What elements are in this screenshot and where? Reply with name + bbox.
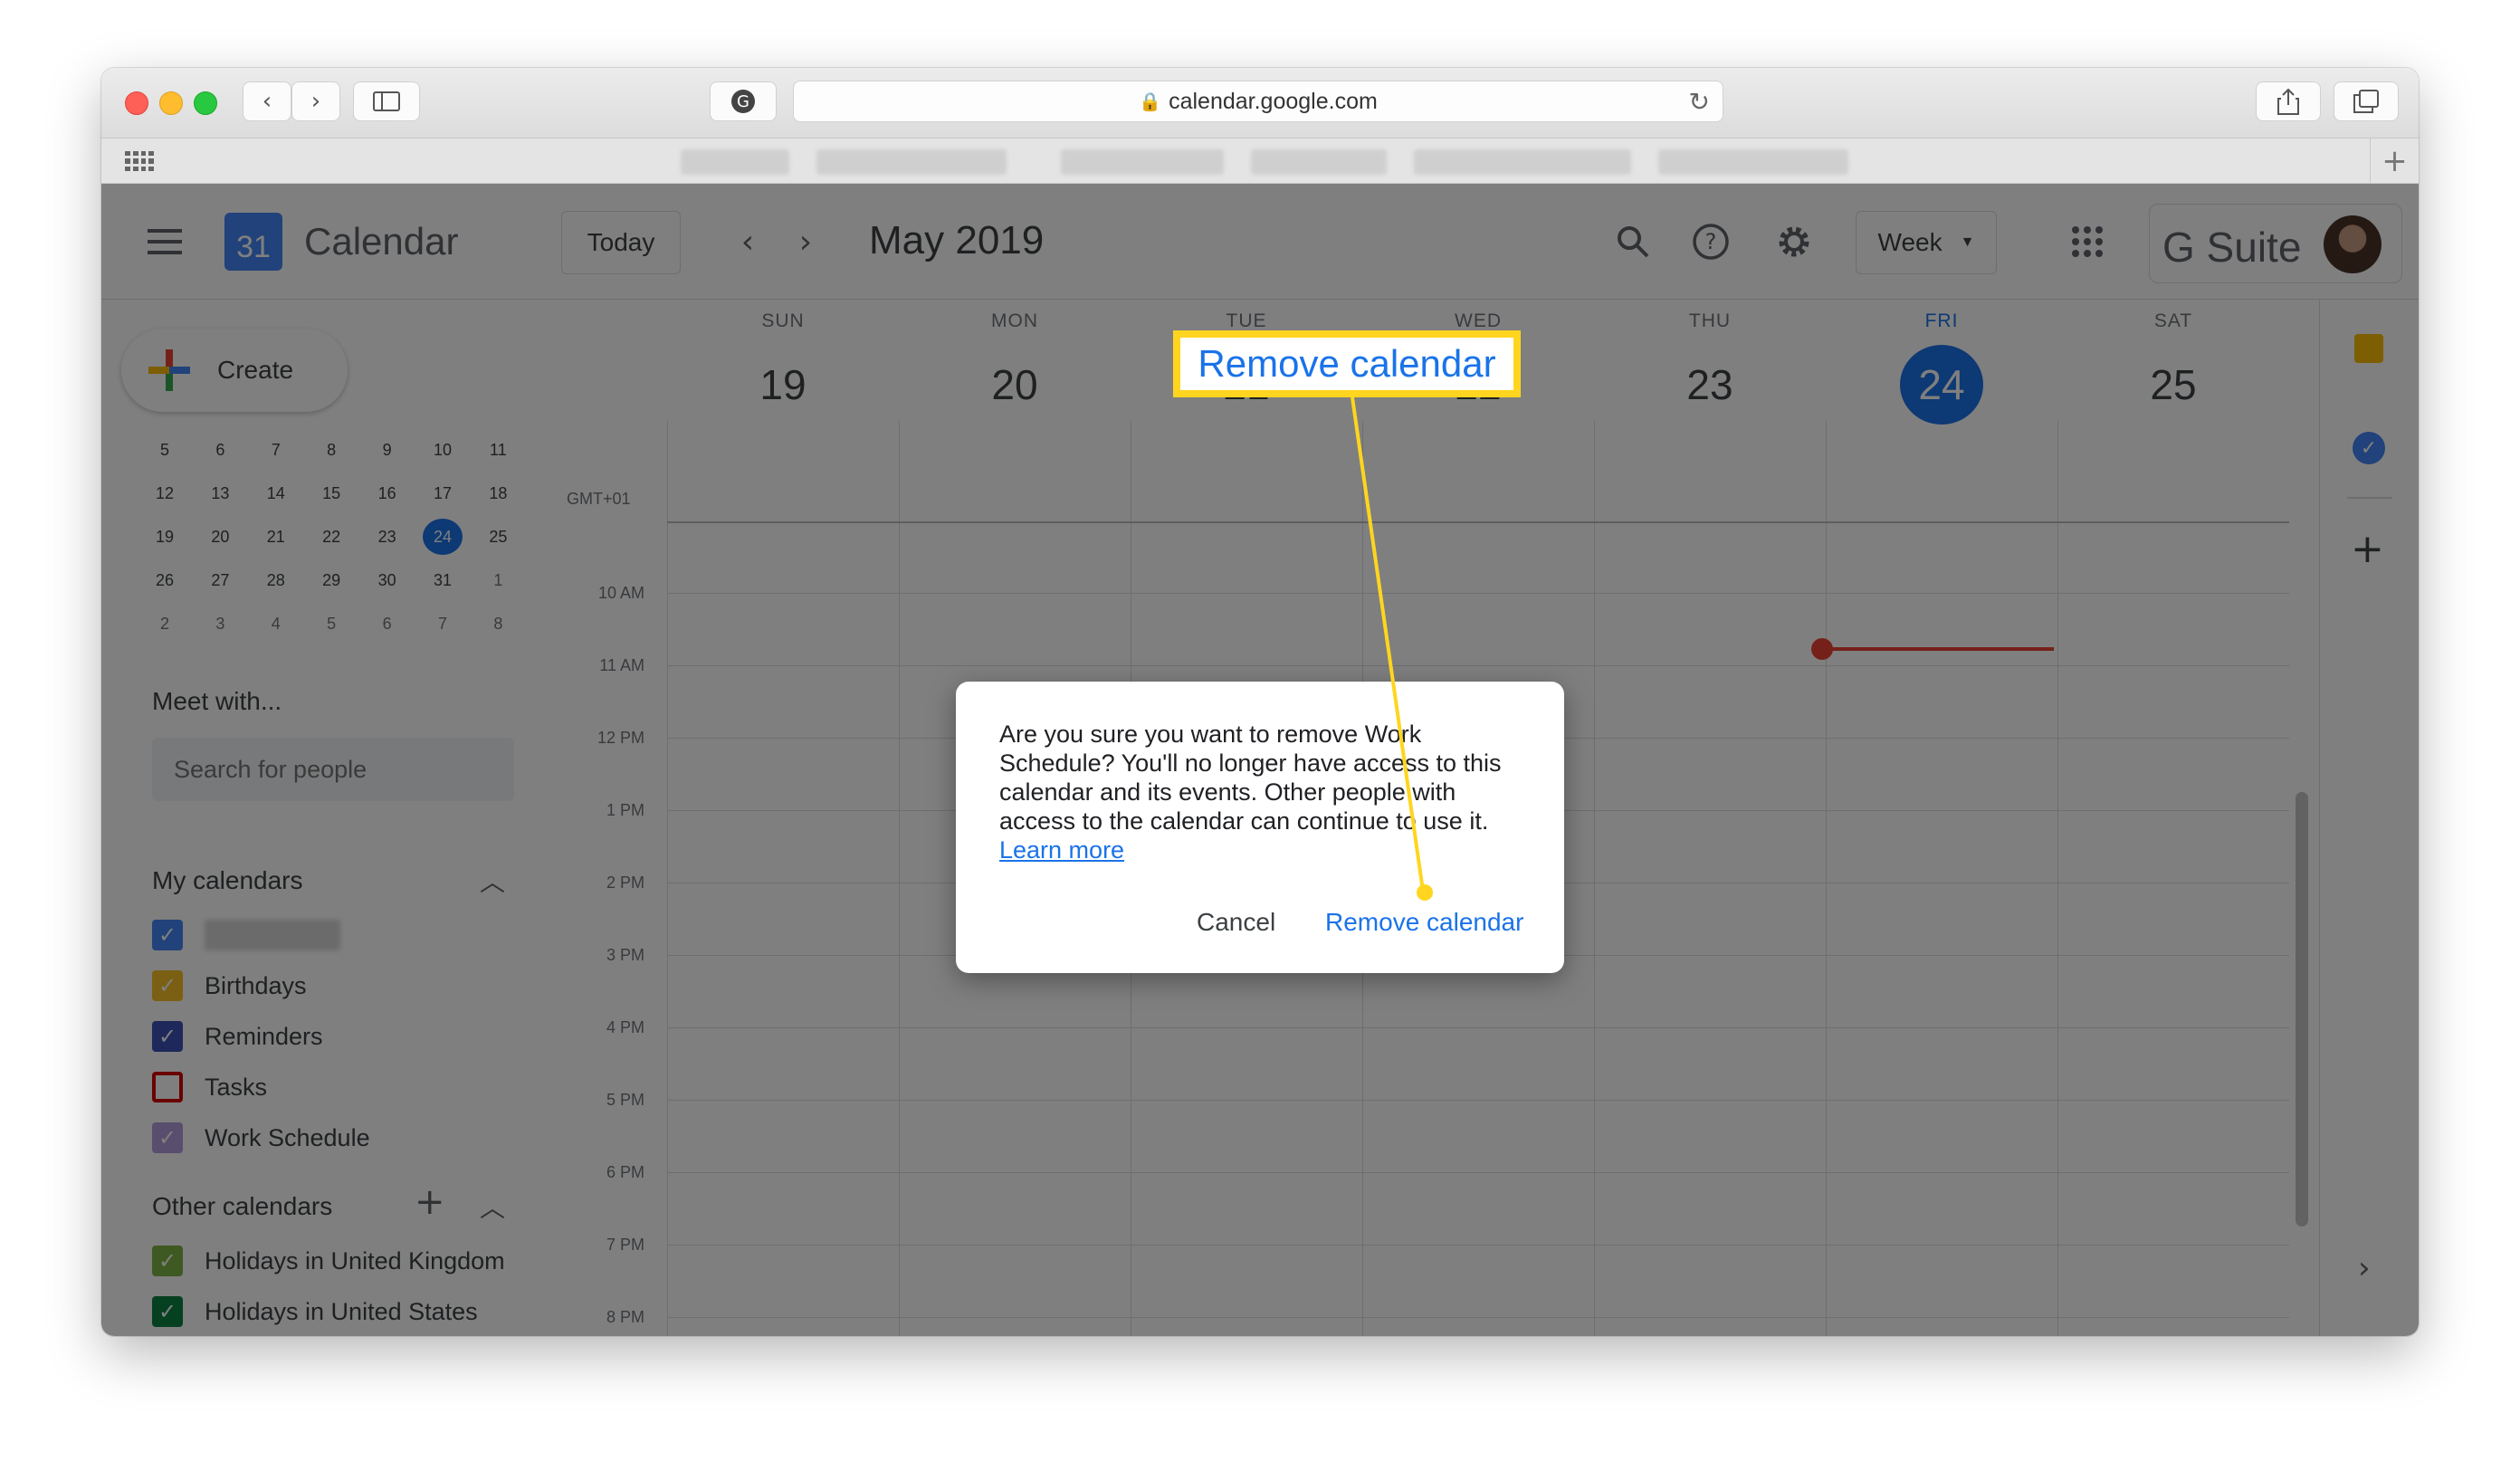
- svg-text:G: G: [737, 92, 749, 111]
- browser-toolbar: ‹ › G 🔒 calendar.google.com ↻: [101, 68, 2419, 138]
- callout-label: Remove calendar: [1173, 330, 1521, 397]
- tabs-icon: [2353, 90, 2379, 113]
- bookmark-item[interactable]: [1414, 149, 1631, 175]
- extension-button[interactable]: G: [710, 81, 777, 121]
- back-button[interactable]: ‹: [243, 81, 291, 121]
- lock-icon: 🔒: [1139, 91, 1162, 112]
- zoom-window-button[interactable]: [194, 91, 217, 115]
- bookmarks-bar: +: [101, 138, 2419, 184]
- new-tab-icon[interactable]: +: [2370, 138, 2419, 184]
- remove-calendar-dialog: Are you sure you want to remove Work Sch…: [956, 682, 1564, 973]
- address-bar[interactable]: 🔒 calendar.google.com ↻: [793, 81, 1723, 122]
- share-icon: [2277, 88, 2299, 115]
- remove-calendar-button[interactable]: Remove calendar: [1325, 908, 1523, 937]
- browser-window: ‹ › G 🔒 calendar.google.com ↻ + Search f…: [101, 68, 2419, 1336]
- top-sites-icon[interactable]: [125, 151, 154, 171]
- sidebar-toggle-button[interactable]: [353, 81, 420, 121]
- grammarly-icon: G: [731, 90, 755, 113]
- calendar-app: 31 Calendar Today ‹ › May 2019 ? Week ▼: [101, 184, 2419, 1336]
- reload-icon[interactable]: ↻: [1689, 87, 1710, 117]
- url-text: calendar.google.com: [1169, 88, 1378, 114]
- sidebar-icon: [373, 91, 400, 111]
- bookmark-item[interactable]: [816, 149, 1007, 175]
- bookmark-item[interactable]: [1061, 149, 1224, 175]
- dialog-message-text: Are you sure you want to remove Work Sch…: [999, 721, 1502, 835]
- learn-more-link[interactable]: Learn more: [999, 836, 1124, 864]
- bookmark-item[interactable]: [1251, 149, 1387, 175]
- minimize-window-button[interactable]: [159, 91, 183, 115]
- dialog-message: Are you sure you want to remove Work Sch…: [999, 720, 1533, 864]
- close-window-button[interactable]: [125, 91, 148, 115]
- cancel-button[interactable]: Cancel: [1197, 908, 1275, 937]
- forward-button[interactable]: ›: [291, 81, 340, 121]
- bookmark-item[interactable]: [1658, 149, 1848, 175]
- share-button[interactable]: [2256, 81, 2321, 121]
- bookmark-item[interactable]: [681, 149, 789, 175]
- tabs-overview-button[interactable]: [2334, 81, 2399, 121]
